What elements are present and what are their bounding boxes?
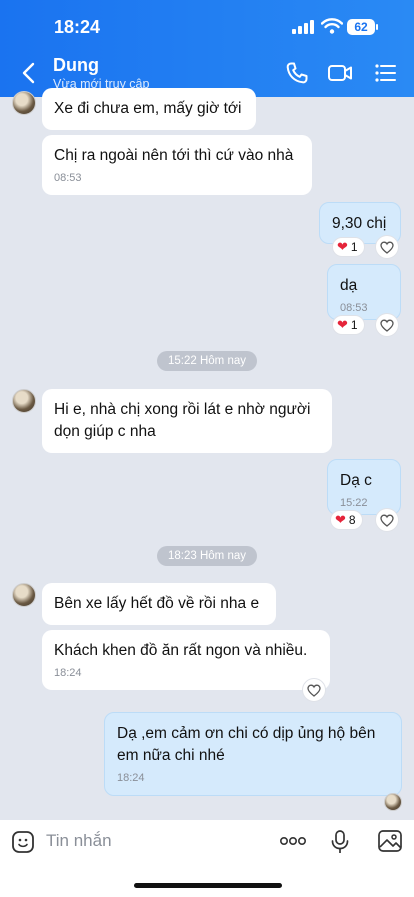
message-time: 18:24 xyxy=(54,667,82,679)
reaction-badge[interactable]: ❤ 1 xyxy=(332,315,365,335)
message-text: Xe đi chưa em, mấy giờ tới xyxy=(54,100,242,117)
message-bubble-sent[interactable]: dạ 08:53 xyxy=(327,264,401,320)
message-text: Khách khen đồ ăn rất ngon và nhiều. xyxy=(54,642,308,659)
message-text: Bên xe lấy hết đồ về rồi nha e xyxy=(54,595,260,612)
reaction-badge[interactable]: ❤ 8 xyxy=(330,510,363,530)
message-time: 08:53 xyxy=(340,302,368,314)
time-separator: 18:23 Hôm nay xyxy=(157,546,257,566)
battery-indicator: 62 xyxy=(347,19,375,35)
time-separator: 15:22 Hôm nay xyxy=(157,351,257,371)
status-time: 18:24 xyxy=(54,17,101,37)
back-arrow-icon[interactable] xyxy=(18,60,40,86)
wifi-icon xyxy=(321,18,343,34)
message-text: 9,30 chị xyxy=(332,215,387,232)
react-heart-button[interactable] xyxy=(302,678,326,702)
home-indicator xyxy=(134,883,282,888)
heart-reaction-icon: ❤ xyxy=(335,512,346,527)
message-text: Hi e, nhà chị xong rồi lát e nhờ người d… xyxy=(54,401,311,440)
seen-avatar xyxy=(384,793,402,811)
battery-tip xyxy=(376,24,378,30)
more-options-icon[interactable] xyxy=(279,834,307,848)
react-heart-button[interactable] xyxy=(375,313,399,337)
message-bubble-sent[interactable]: Dạ c 15:22 xyxy=(327,459,401,515)
message-bubble[interactable]: Xe đi chưa em, mấy giờ tới xyxy=(42,88,256,130)
reaction-count: 1 xyxy=(350,318,358,332)
message-input[interactable]: Tin nhắn xyxy=(46,831,112,851)
heart-reaction-icon: ❤ xyxy=(337,317,348,332)
reaction-count: 8 xyxy=(348,513,356,527)
voice-microphone-icon[interactable] xyxy=(328,829,352,855)
chat-header: 18:24 62 Dung Vừa mới truy cập xyxy=(0,0,414,97)
message-bubble[interactable]: Bên xe lấy hết đồ về rồi nha e xyxy=(42,583,276,625)
menu-list-icon[interactable] xyxy=(372,60,398,86)
phone-call-icon[interactable] xyxy=(284,60,310,86)
cellular-signal-icon xyxy=(292,20,314,34)
contact-avatar[interactable] xyxy=(12,583,36,607)
reaction-badge[interactable]: ❤ 1 xyxy=(332,237,365,257)
message-input-bar: Tin nhắn xyxy=(0,820,414,897)
message-text: Chị ra ngoài nên tới thì cứ vào nhà xyxy=(54,147,294,164)
message-time: 18:24 xyxy=(117,772,145,784)
message-text: Dạ c xyxy=(340,472,372,489)
heart-outline-icon xyxy=(380,241,394,254)
react-heart-button[interactable] xyxy=(375,508,399,532)
contact-avatar[interactable] xyxy=(12,91,36,115)
react-heart-button[interactable] xyxy=(375,235,399,259)
heart-outline-icon xyxy=(380,319,394,332)
message-bubble[interactable]: Khách khen đồ ăn rất ngon và nhiều. 18:2… xyxy=(42,630,330,690)
heart-outline-icon xyxy=(307,684,321,697)
heart-outline-icon xyxy=(380,514,394,527)
heart-reaction-icon: ❤ xyxy=(337,239,348,254)
message-bubble[interactable]: Hi e, nhà chị xong rồi lát e nhờ người d… xyxy=(42,389,332,453)
message-bubble[interactable]: Chị ra ngoài nên tới thì cứ vào nhà 08:5… xyxy=(42,135,312,195)
message-time: 15:22 xyxy=(340,497,368,509)
message-text: dạ xyxy=(340,277,358,294)
contact-name[interactable]: Dung xyxy=(53,55,99,76)
message-text: Dạ ,em cảm ơn chi có dịp ủng hộ bên em n… xyxy=(117,725,376,764)
sticker-emoji-icon[interactable] xyxy=(11,830,35,854)
contact-avatar[interactable] xyxy=(12,389,36,413)
video-call-icon[interactable] xyxy=(327,60,353,86)
message-time: 08:53 xyxy=(54,172,82,184)
reaction-count: 1 xyxy=(350,240,358,254)
message-bubble-sent[interactable]: Dạ ,em cảm ơn chi có dịp ủng hộ bên em n… xyxy=(104,712,402,796)
image-gallery-icon[interactable] xyxy=(377,829,403,853)
